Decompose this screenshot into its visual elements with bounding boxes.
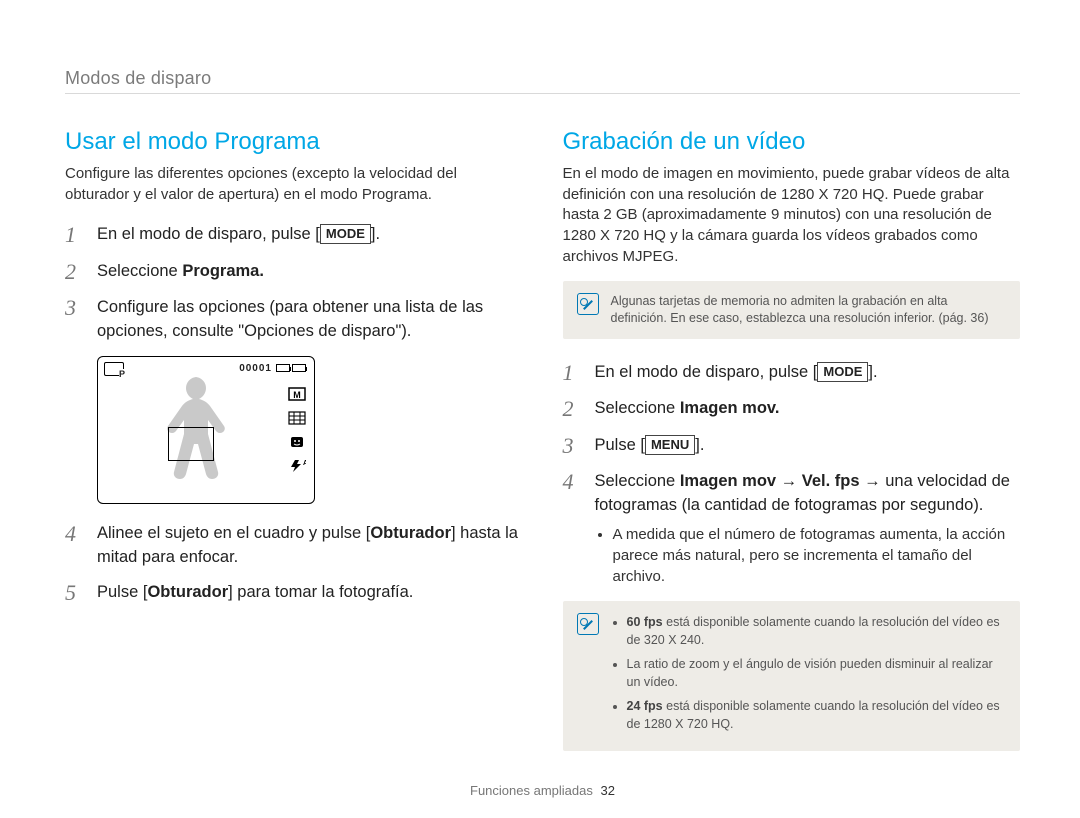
step-2: 2 Seleccione Imagen mov.	[563, 397, 1021, 421]
camera-side-indicators: M A	[288, 387, 306, 473]
step-body: Configure las opciones (para obtener una…	[97, 296, 523, 344]
note-box-sdcard: Algunas tarjetas de memoria no admiten l…	[563, 281, 1021, 339]
program-mode-icon	[104, 362, 124, 376]
step-4: 4 Seleccione Imagen mov → Vel. fps → una…	[563, 470, 1021, 587]
step-text: En el modo de disparo, pulse [	[97, 225, 320, 243]
battery-icon	[292, 364, 306, 372]
step-body: Pulse [MENU].	[595, 434, 705, 458]
step-text: Seleccione	[97, 262, 182, 280]
step-text: ].	[695, 436, 704, 454]
step-bold: Programa.	[182, 262, 264, 280]
step-body: Pulse [Obturador] para tomar la fotograf…	[97, 581, 413, 605]
right-column: Grabación de un vídeo En el modo de imag…	[563, 128, 1021, 751]
step-number: 5	[65, 581, 83, 605]
shot-counter: 00001	[239, 363, 272, 374]
footer-section: Funciones ampliadas	[470, 783, 593, 798]
note-icon	[577, 613, 599, 635]
divider	[65, 93, 1020, 94]
note-text: está disponible solamente cuando la reso…	[627, 699, 1000, 731]
note-icon	[577, 293, 599, 315]
step-number: 3	[563, 434, 581, 458]
step-number: 4	[563, 470, 581, 587]
step-text: Alinee el sujeto en el cuadro y pulse [	[97, 524, 370, 542]
step-bold: Vel. fps	[802, 472, 860, 490]
battery-icon	[276, 364, 290, 372]
step-body: Seleccione Imagen mov → Vel. fps → una v…	[595, 470, 1021, 587]
page-number: 32	[601, 783, 615, 798]
step-text: ].	[371, 225, 380, 243]
note-bullet: 24 fps está disponible solamente cuando …	[627, 697, 1007, 733]
step-number: 2	[65, 260, 83, 284]
image-size-icon: M	[288, 387, 306, 401]
grid-icon	[288, 411, 306, 425]
step-2: 2 Seleccione Programa.	[65, 260, 523, 284]
note-bullet-list: 60 fps está disponible solamente cuando …	[627, 613, 1007, 740]
sub-bullet-list: A medida que el número de fotogramas aum…	[613, 524, 1021, 587]
note-bullet: La ratio de zoom y el ángulo de visión p…	[627, 655, 1007, 691]
arrow: →	[776, 472, 802, 490]
step-number: 1	[563, 361, 581, 385]
svg-text:M: M	[293, 390, 301, 400]
step-body: En el modo de disparo, pulse [MODE].	[595, 361, 878, 385]
step-number: 1	[65, 223, 83, 247]
steps-list: 1 En el modo de disparo, pulse [MODE]. 2…	[563, 361, 1021, 586]
note-box-fps: 60 fps está disponible solamente cuando …	[563, 601, 1021, 752]
camera-screen-illustration: 00001 M	[97, 356, 523, 504]
flash-auto-icon: A	[288, 459, 306, 473]
heading-program-mode: Usar el modo Programa	[65, 128, 523, 156]
step-text: ] para tomar la fotografía.	[228, 583, 413, 601]
page-footer: Funciones ampliadas 32	[65, 783, 1020, 798]
step-bold: Imagen mov	[680, 472, 776, 490]
mode-button-label: MODE	[817, 362, 868, 382]
step-number: 4	[65, 522, 83, 570]
step-5: 5 Pulse [Obturador] para tomar la fotogr…	[65, 581, 523, 605]
note-text: Algunas tarjetas de memoria no admiten l…	[611, 293, 1007, 327]
note-bold: 60 fps	[627, 615, 663, 629]
steps-list: 1 En el modo de disparo, pulse [MODE]. 2…	[65, 223, 523, 343]
step-body: Alinee el sujeto en el cuadro y pulse [O…	[97, 522, 523, 570]
heading-video-record: Grabación de un vídeo	[563, 128, 1021, 156]
step-number: 2	[563, 397, 581, 421]
camera-lcd: 00001 M	[97, 356, 315, 504]
step-bold: Imagen mov.	[680, 399, 780, 417]
step-1: 1 En el modo de disparo, pulse [MODE].	[65, 223, 523, 247]
step-body: Seleccione Programa.	[97, 260, 264, 284]
note-text: está disponible solamente cuando la reso…	[627, 615, 1000, 647]
step-bold: Obturador	[147, 583, 228, 601]
step-text: Pulse [	[97, 583, 147, 601]
step-body: Seleccione Imagen mov.	[595, 397, 780, 421]
step-3: 3 Pulse [MENU].	[563, 434, 1021, 458]
step-text: ].	[868, 363, 877, 381]
sub-bullet: A medida que el número de fotogramas aum…	[613, 524, 1021, 587]
mode-button-label: MODE	[320, 224, 371, 244]
step-number: 3	[65, 296, 83, 344]
steps-list-cont: 4 Alinee el sujeto en el cuadro y pulse …	[65, 522, 523, 606]
step-text: Pulse [	[595, 436, 645, 454]
breadcrumb: Modos de disparo	[65, 68, 1020, 89]
note-bold: 24 fps	[627, 699, 663, 713]
intro-text: En el modo de imagen en movimiento, pued…	[563, 164, 1021, 267]
intro-text: Configure las diferentes opciones (excep…	[65, 164, 523, 205]
svg-text:A: A	[303, 460, 306, 467]
step-body: En el modo de disparo, pulse [MODE].	[97, 223, 380, 247]
step-text: Seleccione	[595, 472, 680, 490]
menu-button-label: MENU	[645, 435, 695, 455]
focus-frame	[168, 427, 214, 461]
manual-page: Modos de disparo Usar el modo Programa C…	[0, 0, 1080, 818]
step-text: Seleccione	[595, 399, 680, 417]
camera-status-bar: 00001	[239, 363, 306, 374]
left-column: Usar el modo Programa Configure las dife…	[65, 128, 523, 751]
face-detect-icon	[288, 435, 306, 449]
battery-icons	[276, 364, 306, 372]
step-4: 4 Alinee el sujeto en el cuadro y pulse …	[65, 522, 523, 570]
step-1: 1 En el modo de disparo, pulse [MODE].	[563, 361, 1021, 385]
note-bullet: 60 fps está disponible solamente cuando …	[627, 613, 1007, 649]
step-3: 3 Configure las opciones (para obtener u…	[65, 296, 523, 344]
step-bold: Obturador	[370, 524, 451, 542]
step-text: En el modo de disparo, pulse [	[595, 363, 818, 381]
two-column-layout: Usar el modo Programa Configure las dife…	[65, 128, 1020, 751]
